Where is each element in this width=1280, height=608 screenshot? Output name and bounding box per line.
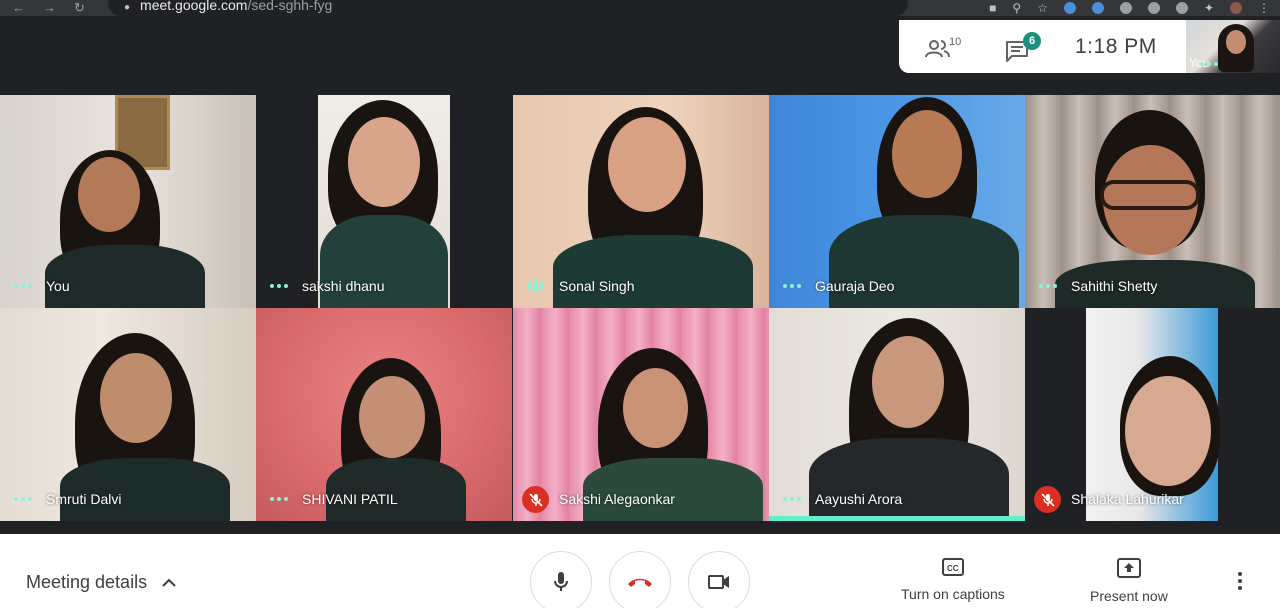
captions-label: Turn on captions [901, 586, 1005, 602]
url-host: meet.google.com [140, 0, 248, 13]
participant-tile[interactable]: SHIVANI PATIL [256, 308, 512, 521]
people-count: 10 [949, 35, 962, 48]
address-bar[interactable]: ● meet.google.com/sed-sghh-fyg [108, 0, 908, 16]
participants-button[interactable]: 10 [925, 32, 965, 62]
hang-up-icon [628, 578, 652, 587]
microphone-button[interactable] [530, 551, 592, 608]
more-options-icon[interactable] [270, 284, 288, 288]
participant-tile[interactable]: Smruti Dalvi [0, 308, 256, 521]
meeting-info-panel: 10 6 1:18 PM [899, 20, 1189, 73]
self-view-face [1226, 30, 1246, 54]
mic-muted-icon [522, 486, 549, 513]
self-view-thumbnail[interactable]: You [1186, 20, 1280, 73]
participant-tile[interactable]: Sakshi Alegaonkar [513, 308, 769, 521]
meet-window: ← → ↻ ● meet.google.com/sed-sghh-fyg ■ ⚲… [0, 0, 1280, 608]
participant-name: Sahithi Shetty [1071, 278, 1158, 294]
more-options-icon[interactable] [783, 284, 801, 288]
meeting-details-button[interactable]: Meeting details [26, 572, 177, 593]
more-options-icon[interactable] [1039, 284, 1057, 288]
extension-icon[interactable] [1063, 2, 1076, 14]
participant-name: Sakshi Alegaonkar [559, 491, 675, 507]
more-options-icon[interactable] [1200, 62, 1274, 66]
star-icon[interactable]: ☆ [1037, 1, 1048, 15]
camera-icon[interactable]: ■ [989, 1, 996, 15]
zoom-icon[interactable]: ⚲ [1012, 1, 1021, 15]
check-icon[interactable] [1175, 2, 1188, 14]
captions-button[interactable]: CC Turn on captions [901, 558, 1005, 602]
svg-text:CC: CC [947, 564, 959, 573]
meeting-details-label: Meeting details [26, 572, 148, 592]
speaking-indicator-icon [527, 279, 543, 293]
more-options-icon[interactable] [270, 497, 288, 501]
extension-icon[interactable] [1091, 2, 1104, 14]
forward-arrow-icon[interactable]: → [43, 0, 56, 16]
participant-tile[interactable]: sakshi dhanu [256, 95, 512, 308]
back-arrow-icon[interactable]: ← [12, 0, 25, 16]
participant-name: Aayushi Arora [815, 491, 903, 507]
more-options-icon[interactable] [14, 284, 32, 288]
chevron-up-icon [162, 578, 176, 587]
reload-icon[interactable]: ↻ [74, 0, 85, 16]
participant-tile[interactable]: Gauraja Deo [769, 95, 1025, 308]
active-speaker-bar [769, 516, 1025, 521]
camera-button[interactable] [688, 551, 750, 608]
browser-nav: ← → ↻ [12, 0, 85, 16]
glasses [1100, 180, 1200, 210]
participant-name: Gauraja Deo [815, 278, 895, 294]
people-icon [925, 39, 950, 57]
extension-icon[interactable] [1147, 2, 1160, 14]
chat-unread-badge: 6 [1023, 31, 1041, 50]
mic-muted-icon [1034, 486, 1061, 513]
participant-name: Sonal Singh [559, 278, 635, 294]
extension-tray: ■ ⚲ ☆ ✦ ⋮ [989, 0, 1270, 16]
present-now-button[interactable]: Present now [1090, 558, 1168, 604]
browser-toolbar: ← → ↻ ● meet.google.com/sed-sghh-fyg ■ ⚲… [0, 0, 1280, 16]
microphone-icon [554, 572, 568, 591]
participant-tile[interactable]: Shalaka Lahurikar [1025, 308, 1280, 521]
participant-name: Shalaka Lahurikar [1071, 491, 1184, 507]
participant-name: sakshi dhanu [302, 278, 385, 294]
more-options-button[interactable] [1238, 572, 1242, 590]
leave-call-button[interactable] [609, 551, 671, 608]
clock-time: 1:18 PM [1075, 34, 1157, 58]
participant-tile[interactable]: Sahithi Shetty [1025, 95, 1280, 308]
more-options-icon[interactable] [14, 497, 32, 501]
participant-name: You [46, 278, 70, 294]
closed-captions-icon: CC [941, 558, 964, 576]
grammarly-icon[interactable] [1119, 2, 1132, 14]
kebab-menu-icon[interactable]: ⋮ [1258, 1, 1270, 15]
participant-name: Smruti Dalvi [46, 491, 122, 507]
more-options-icon[interactable] [783, 497, 801, 501]
chat-button[interactable]: 6 [1005, 31, 1045, 62]
url-path: /sed-sghh-fyg [247, 0, 333, 13]
lock-icon: ● [124, 2, 131, 13]
puzzle-icon[interactable]: ✦ [1204, 1, 1214, 15]
videocam-icon [708, 575, 729, 589]
present-now-label: Present now [1090, 588, 1168, 604]
bottom-toolbar: Meeting details CC Turn on captions Pres… [0, 534, 1280, 608]
present-screen-icon [1116, 558, 1141, 578]
participant-tile[interactable]: Aayushi Arora [769, 308, 1025, 521]
participant-name: SHIVANI PATIL [302, 491, 398, 507]
profile-avatar[interactable] [1230, 2, 1242, 14]
participant-tile[interactable]: Sonal Singh [513, 95, 769, 308]
participant-tile[interactable]: You [0, 95, 256, 308]
video-grid: You sakshi dhanu Sonal Singh Gauraja Deo [0, 95, 1280, 521]
